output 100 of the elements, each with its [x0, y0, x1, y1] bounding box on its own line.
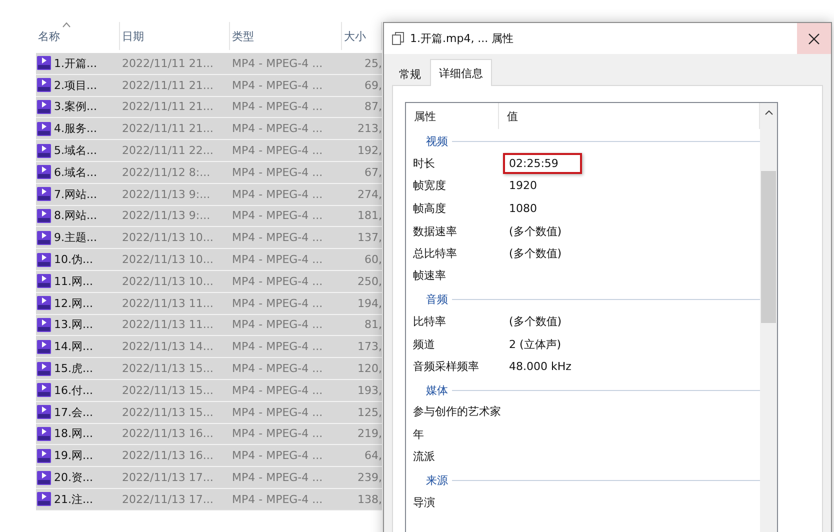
property-name: 帧宽度 — [413, 178, 447, 194]
video-file-icon — [37, 144, 51, 158]
group-heading: 视频 — [426, 134, 448, 149]
file-name: 2.项目... — [54, 78, 97, 93]
type-cell-text: MP4 - MPEG-4 ... — [231, 362, 324, 376]
type-cell-text: MP4 - MPEG-4 ... — [231, 449, 324, 462]
tab[interactable]: 详细信息 — [430, 59, 492, 86]
property-name: 音频采样频率 — [413, 358, 480, 374]
type-cell-text: MP4 - MPEG-4 ... — [231, 406, 324, 419]
file-row[interactable]: 13.网... 2022/11/13 11... MP4 - MPEG-4 ... 81, — [36, 314, 382, 336]
size-cell-text: 25, — [364, 56, 382, 70]
date-cell-text: 2022/11/13 10... — [121, 253, 214, 266]
video-file-icon — [37, 100, 51, 114]
file-row[interactable]: 14.网... 2022/11/13 14... MP4 - MPEG-4 ... 173, — [36, 336, 382, 358]
size-cell-text: 60, — [364, 253, 382, 266]
property-name: 比特率 — [413, 314, 447, 329]
video-file-icon — [37, 448, 51, 463]
window-title: 1.开篇.mp4, ... 属性 — [410, 31, 515, 46]
file-row[interactable]: 20.资... 2022/11/13 17... MP4 - MPEG-4 ... 239, — [36, 467, 382, 489]
video-file-icon — [37, 340, 51, 354]
type-cell-text: MP4 - MPEG-4 ... — [231, 78, 324, 92]
close-button[interactable] — [797, 23, 831, 54]
file-row[interactable]: 1.开篇... 2022/11/11 21... MP4 - MPEG-4 ... 25, — [36, 53, 382, 75]
column-header[interactable]: 属性 — [406, 103, 499, 129]
date-cell-text: 2022/11/13 10... — [121, 274, 214, 288]
file-row[interactable]: 3.案例... 2022/11/11 21... MP4 - MPEG-4 ... 87, — [36, 96, 382, 118]
file-row[interactable]: 12.网... 2022/11/13 11... MP4 - MPEG-4 ... 194, — [36, 292, 382, 315]
size-cell-text: 120, — [356, 362, 382, 376]
size-cell-text: 194, — [356, 296, 382, 310]
date-cell-text: 2022/11/13 17... — [121, 492, 214, 506]
file-row[interactable]: 8.网站... 2022/11/13 9:... MP4 - MPEG-4 ... 181, — [36, 206, 382, 228]
file-row[interactable]: 21.注... 2022/11/13 17... MP4 - MPEG-4 ... 138, — [36, 488, 382, 511]
file-row[interactable]: 17.会... 2022/11/13 15... MP4 - MPEG-4 ... 125, — [36, 402, 382, 424]
file-row[interactable]: 11.网... 2022/11/13 10... MP4 - MPEG-4 ... 250, — [36, 270, 382, 293]
video-file-icon — [37, 492, 51, 506]
size-cell-text: 138, — [356, 492, 382, 506]
type-cell-text: MP4 - MPEG-4 ... — [231, 340, 324, 354]
file-row[interactable]: 9.主题... 2022/11/13 10... MP4 - MPEG-4 ... 137, — [36, 227, 382, 250]
type-cell-text: MP4 - MPEG-4 ... — [231, 427, 324, 440]
type-cell-text: MP4 - MPEG-4 ... — [231, 231, 324, 244]
file-name: 10.伪... — [54, 252, 93, 268]
column-header[interactable]: 类型 — [230, 22, 342, 50]
size-cell-text: 125, — [356, 406, 382, 419]
date-cell-text: 2022/11/13 11... — [121, 296, 214, 310]
file-name: 6.域名... — [54, 164, 97, 180]
file-row[interactable]: 7.网站... 2022/11/13 9:... MP4 - MPEG-4 ... 274, — [36, 184, 382, 206]
file-row[interactable]: 4.服务... 2022/11/11 21... MP4 - MPEG-4 ... 213, — [36, 118, 382, 140]
video-file-icon — [37, 252, 51, 267]
size-cell-text: 137, — [356, 231, 382, 244]
column-header[interactable]: 日期 — [120, 22, 230, 50]
date-cell-text: 2022/11/13 15... — [121, 406, 214, 419]
column-header[interactable]: 名称 — [36, 22, 120, 50]
date-cell-text: 2022/11/13 17... — [121, 471, 214, 484]
size-cell-text: 67, — [364, 166, 382, 179]
file-name: 16.付... — [54, 382, 93, 398]
file-row[interactable]: 10.伪... 2022/11/13 10... MP4 - MPEG-4 ... 60, — [36, 249, 382, 271]
close-icon — [808, 32, 820, 44]
date-cell-text: 2022/11/11 22... — [121, 144, 214, 158]
type-cell-text: MP4 - MPEG-4 ... — [231, 318, 324, 332]
column-header[interactable]: 大小 — [342, 22, 382, 50]
date-cell-text: 2022/11/13 11... — [121, 318, 214, 332]
file-row[interactable]: 6.域名... 2022/11/12 8:... MP4 - MPEG-4 ... 67, — [36, 162, 382, 184]
type-cell-text: MP4 - MPEG-4 ... — [231, 122, 324, 136]
file-name: 20.资... — [54, 470, 93, 486]
scrollbar[interactable] — [760, 103, 777, 532]
file-row[interactable]: 2.项目... 2022/11/11 21... MP4 - MPEG-4 ... 69, — [36, 74, 382, 97]
size-cell-text: 181, — [356, 209, 382, 222]
file-row[interactable]: 5.域名... 2022/11/11 22... MP4 - MPEG-4 ... 192, — [36, 140, 382, 162]
property-name: 年 — [413, 426, 425, 442]
date-cell-text: 2022/11/13 15... — [121, 362, 214, 376]
video-file-icon — [37, 296, 51, 310]
size-cell-text: 69, — [364, 78, 382, 92]
size-cell-text: 239, — [356, 471, 382, 484]
video-file-icon — [37, 122, 51, 136]
size-cell-text: 193, — [356, 384, 382, 397]
date-cell-text: 2022/11/13 9:... — [121, 188, 212, 201]
property-value: 2 (立体声) — [508, 336, 562, 352]
file-row[interactable]: 15.虎... 2022/11/13 15... MP4 - MPEG-4 ... 120, — [36, 358, 382, 380]
date-cell-text: 2022/11/12 8:... — [121, 166, 212, 179]
property-name: 参与创作的艺术家 — [413, 404, 502, 420]
property-name: 流派 — [413, 449, 436, 464]
file-row[interactable]: 18.网... 2022/11/13 16... MP4 - MPEG-4 ... 219, — [36, 424, 382, 446]
file-row[interactable]: 19.网... 2022/11/13 16... MP4 - MPEG-4 ... 64, — [36, 445, 382, 468]
file-row[interactable]: 16.付... 2022/11/13 15... MP4 - MPEG-4 ... 193, — [36, 380, 382, 402]
property-name: 频道 — [413, 336, 436, 352]
type-cell-text: MP4 - MPEG-4 ... — [231, 492, 324, 506]
type-cell-text: MP4 - MPEG-4 ... — [231, 253, 324, 266]
property-value: 1080 — [508, 200, 538, 217]
video-file-icon — [37, 230, 51, 245]
date-cell-text: 2022/11/13 15... — [121, 384, 214, 397]
scroll-thumb[interactable] — [761, 171, 776, 323]
video-file-icon — [37, 165, 51, 180]
tab[interactable]: 常规 — [390, 63, 430, 85]
type-cell-text: MP4 - MPEG-4 ... — [231, 274, 324, 288]
size-cell-text: 87, — [364, 100, 382, 114]
type-cell-text: MP4 - MPEG-4 ... — [231, 209, 324, 222]
video-file-icon — [37, 362, 51, 376]
video-file-icon — [37, 274, 51, 288]
file-name: 1.开篇... — [54, 56, 97, 71]
property-name: 时长 — [413, 156, 436, 171]
